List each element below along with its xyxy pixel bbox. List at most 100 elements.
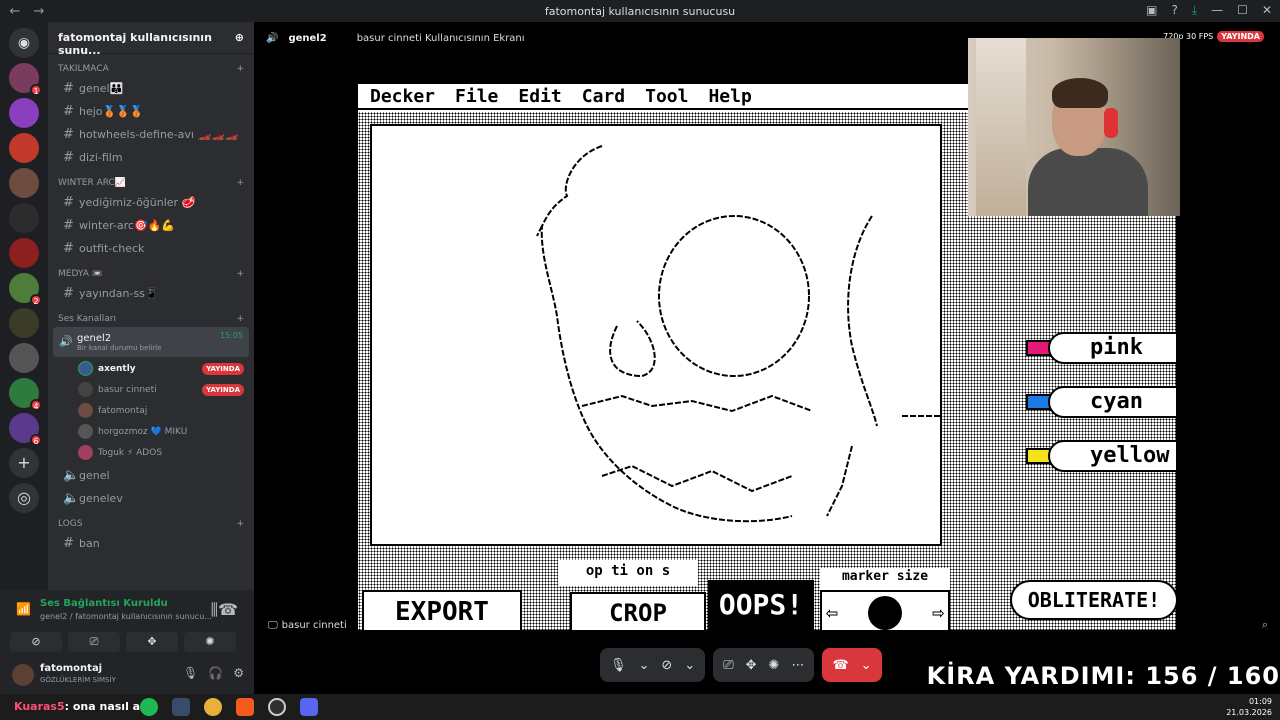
minimize-icon[interactable]: — xyxy=(1211,3,1223,18)
arrow-right-icon[interactable]: ⇨ xyxy=(932,600,944,624)
channel-outfit-check[interactable]: # outfit-check xyxy=(53,237,249,259)
voice-channel-genel2[interactable]: 🔊 genel2 Bir kanal durumu belirle 15:05 xyxy=(53,327,249,357)
chevron-down-icon[interactable]: ⌄ xyxy=(684,658,695,673)
disconnect-icon[interactable]: ☎ xyxy=(218,600,238,619)
discord-home-icon[interactable]: ◉ xyxy=(9,28,39,58)
close-icon[interactable]: ✕ xyxy=(1262,3,1272,18)
screen-share-button[interactable]: ⎚ xyxy=(68,632,120,652)
calculator-icon[interactable] xyxy=(172,698,190,716)
zoom-icon[interactable]: ⌕ xyxy=(1262,618,1268,632)
channel-hejo[interactable]: # hejo🥉🥉🥉 xyxy=(53,100,249,122)
channel-ban[interactable]: # ban xyxy=(53,532,249,554)
forward-arrow-icon[interactable]: → xyxy=(32,4,46,19)
channel-winter-arc[interactable]: # winter-arc🎯🔥💪 xyxy=(53,214,249,236)
marker-pink[interactable]: pink xyxy=(1008,328,1176,368)
category-medya[interactable]: MEDYA 📼 + xyxy=(48,267,254,281)
discord-icon[interactable] xyxy=(300,698,318,716)
leave-call-button[interactable]: ☎ ⌄ xyxy=(822,648,882,682)
server-icon[interactable] xyxy=(9,203,39,233)
obs-icon[interactable] xyxy=(268,698,286,716)
category-takilmaca[interactable]: TAKILMACA + xyxy=(48,62,254,76)
category-logs[interactable]: LOGS + xyxy=(48,517,254,531)
chrome-icon[interactable] xyxy=(204,698,222,716)
server-icon[interactable] xyxy=(9,98,39,128)
server-icon[interactable]: 1 xyxy=(9,63,42,96)
add-member-icon[interactable]: ⊕ xyxy=(235,31,244,44)
channel-status[interactable]: Bir kanal durumu belirle xyxy=(77,344,161,352)
soundboard-button[interactable]: ✺ xyxy=(184,632,236,652)
plus-icon[interactable]: + xyxy=(236,64,244,74)
plus-icon[interactable]: + xyxy=(236,314,244,324)
maximize-icon[interactable]: ☐ xyxy=(1237,3,1248,18)
server-header[interactable]: fatomontaj kullanıcısının sunu... ⊕ xyxy=(48,22,254,57)
microphone-icon[interactable]: 🎙 xyxy=(610,658,627,673)
server-icon[interactable] xyxy=(9,238,39,268)
activities-button[interactable]: ✥ xyxy=(126,632,178,652)
obliterate-button[interactable]: OBLITERATE! xyxy=(1010,580,1176,620)
marker-size-control[interactable]: ⇦ ⇨ xyxy=(820,590,950,630)
explore-icon[interactable]: ◎ xyxy=(9,483,39,513)
arrow-left-icon[interactable]: ⇦ xyxy=(826,600,838,624)
voice-member[interactable]: horgozmoz 💙 MIKU xyxy=(48,421,254,442)
spotify-icon[interactable] xyxy=(140,698,158,716)
mic-control[interactable]: 🎙 ⌄ ⊘ ⌄ xyxy=(600,648,706,682)
channel-yedigimiz[interactable]: # yediğimiz-öğünler 🥩 xyxy=(53,191,249,213)
server-icon[interactable]: 2 xyxy=(9,273,42,306)
server-icon[interactable] xyxy=(9,168,39,198)
voice-channel-genel[interactable]: 🔈 genel xyxy=(53,464,249,486)
channel-genel[interactable]: # genel👨‍👨‍👦 xyxy=(53,77,249,99)
server-icon[interactable]: 6 xyxy=(9,413,42,446)
chevron-down-icon[interactable]: ⌄ xyxy=(639,658,650,673)
plus-icon[interactable]: + xyxy=(236,269,244,279)
back-arrow-icon[interactable]: ← xyxy=(8,4,22,19)
avatar[interactable] xyxy=(12,664,34,686)
headphones-icon[interactable]: 🎧 xyxy=(208,666,223,680)
menu-decker[interactable]: Decker xyxy=(370,86,435,107)
menu-help[interactable]: Help xyxy=(708,86,751,107)
server-icon[interactable]: 4 xyxy=(9,378,42,411)
soundboard-icon[interactable]: ✺ xyxy=(769,658,780,673)
voice-member[interactable]: Toguk ⚡ ADOS xyxy=(48,442,254,463)
voice-member[interactable]: basur cinneti YAYINDA xyxy=(48,379,254,400)
crop-button[interactable]: CROP xyxy=(570,592,706,630)
plus-icon[interactable]: + xyxy=(236,519,244,529)
category-ses[interactable]: Ses Kanalları + xyxy=(48,312,254,326)
inbox-icon[interactable]: ▣ xyxy=(1146,3,1157,18)
server-icon[interactable] xyxy=(9,133,39,163)
menu-edit[interactable]: Edit xyxy=(518,86,561,107)
brave-icon[interactable] xyxy=(236,698,254,716)
menu-card[interactable]: Card xyxy=(582,86,625,107)
activities-icon[interactable]: ✥ xyxy=(746,658,757,673)
noise-suppression-icon[interactable]: ⫼ xyxy=(211,600,218,620)
category-winter-arc[interactable]: WINTER ARC📈 + xyxy=(48,176,254,190)
export-button[interactable]: EXPORT xyxy=(362,590,522,630)
oops-button[interactable]: OOPS! xyxy=(708,580,814,630)
voice-member[interactable]: fatomontaj xyxy=(48,400,254,421)
marker-yellow[interactable]: yellow xyxy=(1008,436,1176,476)
channel-dizi-film[interactable]: # dizi-film xyxy=(53,146,249,168)
camera-off-icon[interactable]: ⊘ xyxy=(661,658,672,673)
camera-off-button[interactable]: ⊘ xyxy=(10,632,62,652)
microphone-icon[interactable]: 🎙 xyxy=(183,666,198,680)
hangup-icon[interactable]: ☎ xyxy=(832,658,848,673)
add-server-icon[interactable]: + xyxy=(9,448,39,478)
more-icon[interactable]: ⋯ xyxy=(791,658,804,673)
download-icon[interactable]: ⤓ xyxy=(1192,3,1197,18)
chevron-down-icon[interactable]: ⌄ xyxy=(861,658,872,673)
plus-icon[interactable]: + xyxy=(236,178,244,188)
menu-tool[interactable]: Tool xyxy=(645,86,688,107)
marker-cyan[interactable]: cyan xyxy=(1008,382,1176,422)
help-icon[interactable]: ? xyxy=(1171,3,1177,18)
menu-file[interactable]: File xyxy=(455,86,498,107)
system-clock[interactable]: 01:09 21.03.2026 xyxy=(1226,696,1272,718)
server-icon[interactable] xyxy=(9,308,39,338)
settings-gear-icon[interactable]: ⚙ xyxy=(233,666,244,680)
voice-channel-genelev[interactable]: 🔈 genelev xyxy=(53,487,249,509)
drawing-canvas[interactable] xyxy=(370,124,942,546)
screen-share-icon[interactable]: ⎚ xyxy=(723,658,733,673)
server-icon[interactable] xyxy=(9,343,39,373)
share-control[interactable]: ⎚ ✥ ✺ ⋯ xyxy=(713,648,815,682)
channel-yayindan-ss[interactable]: # yayından-ss📱 xyxy=(53,282,249,304)
channel-hotwheels[interactable]: # hotwheels-define-avı 🏎️🏎️🏎️ xyxy=(53,123,249,145)
voice-member[interactable]: axently YAYINDA xyxy=(48,358,254,379)
